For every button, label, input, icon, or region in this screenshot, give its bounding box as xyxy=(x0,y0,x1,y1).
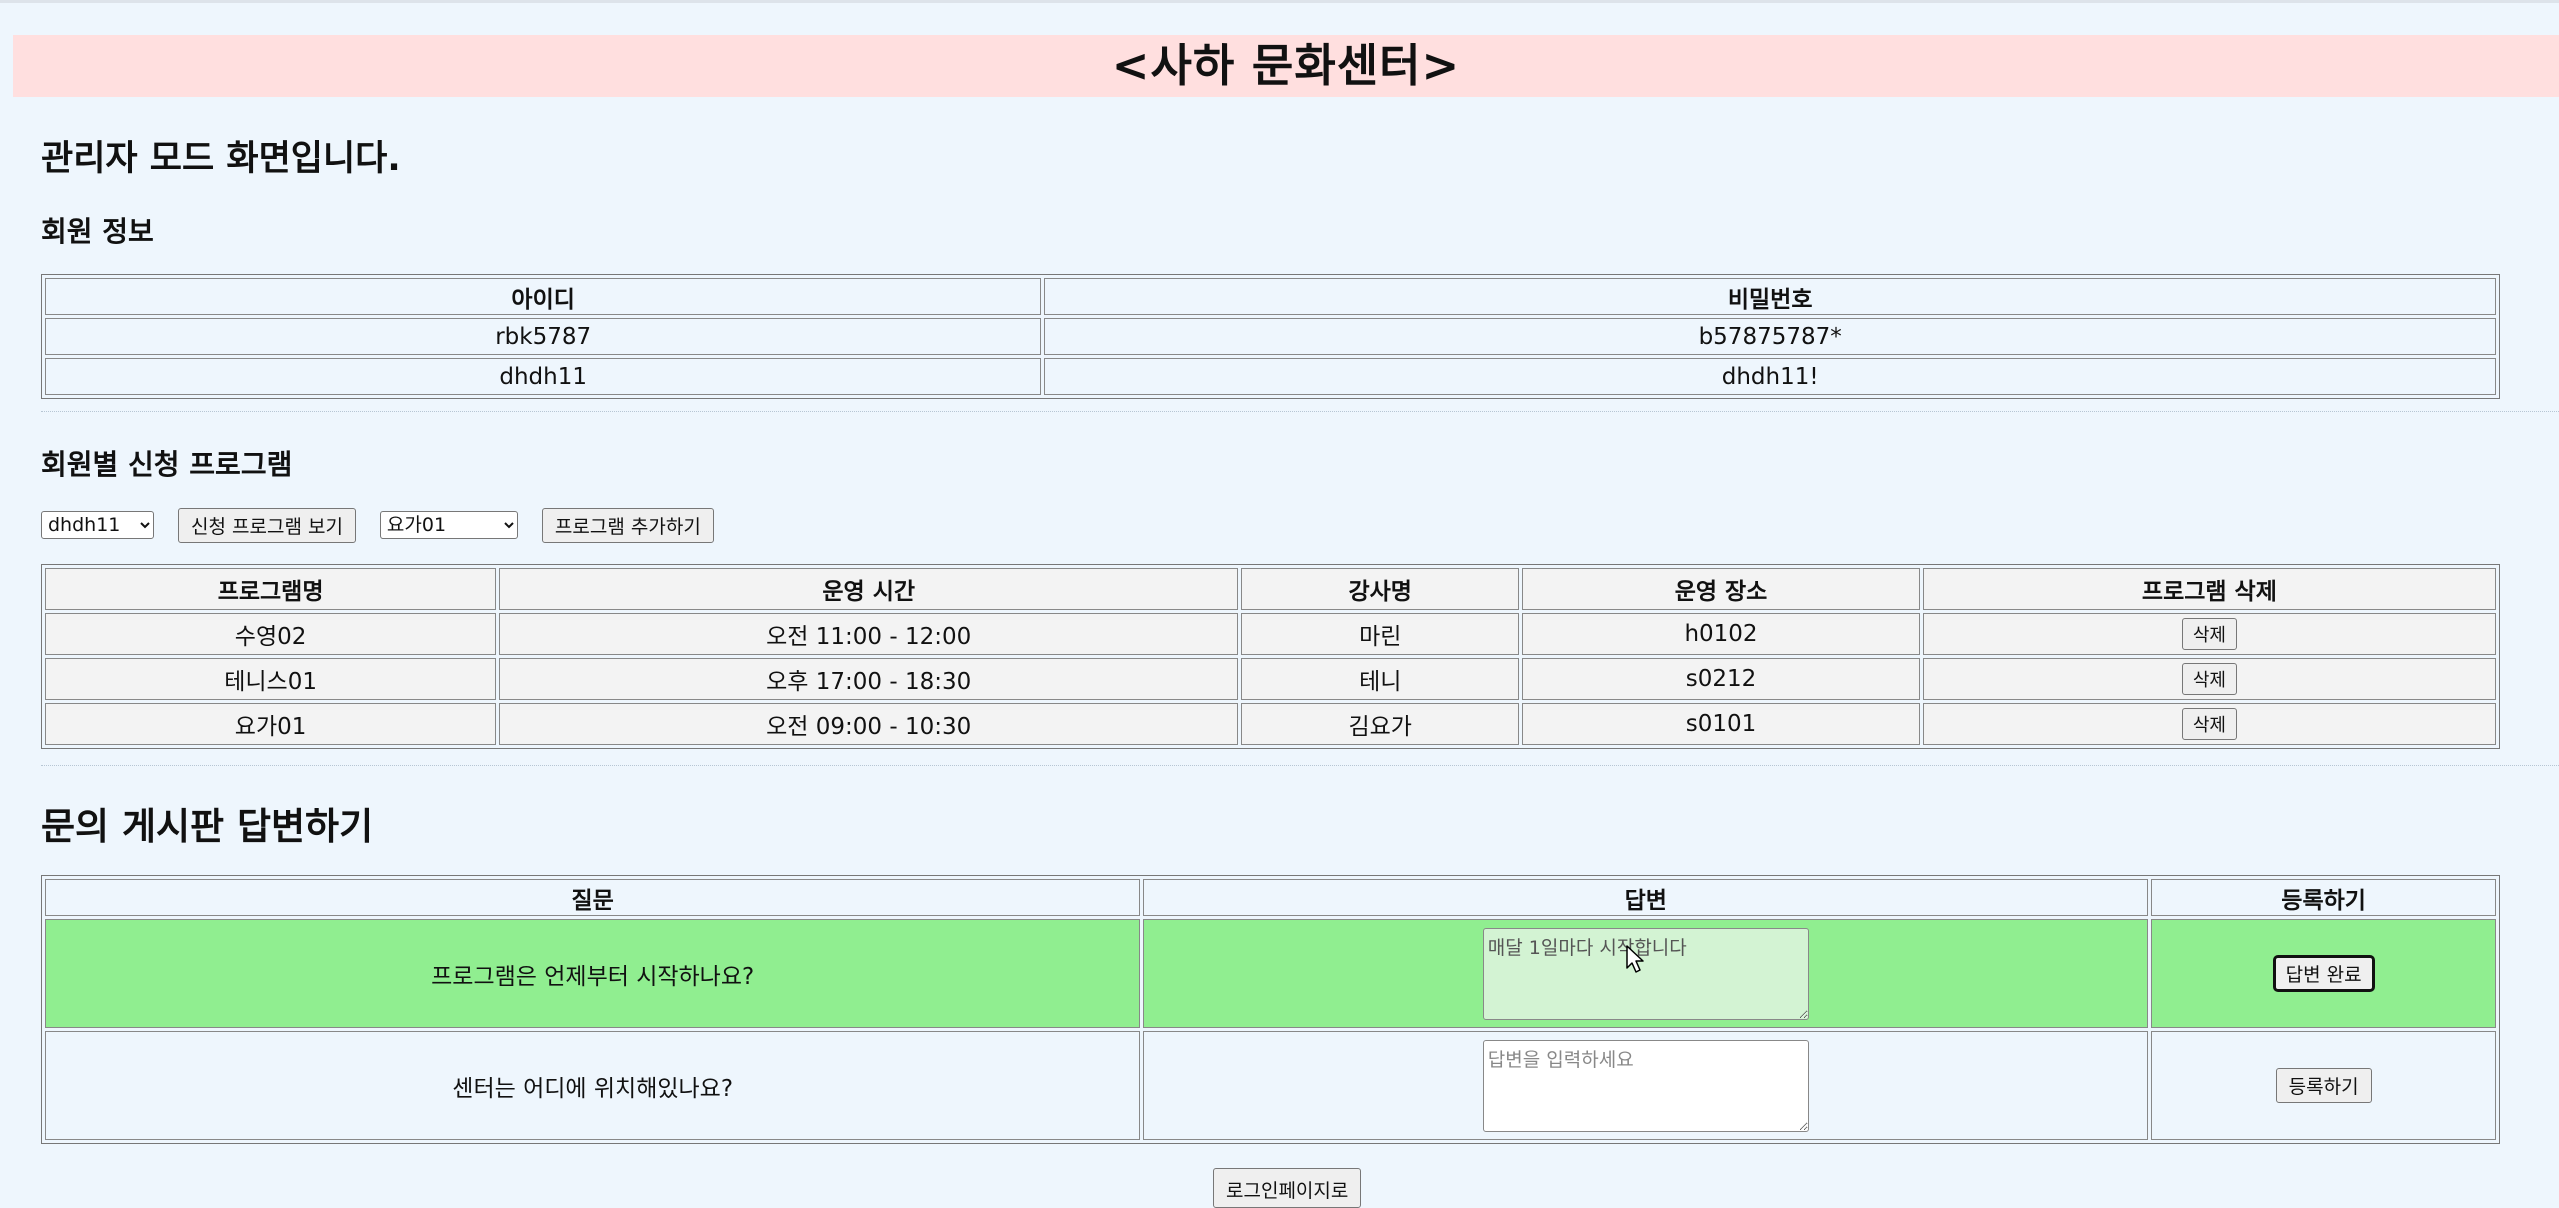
table-row: 테니스01 오후 17:00 - 18:30 테니 s0212 삭제 xyxy=(45,658,2496,700)
column-header-register: 등록하기 xyxy=(2151,879,2496,916)
table-row: 프로그램은 언제부터 시작하나요? 매달 1일마다 시작합니다 답변 완료 xyxy=(45,919,2496,1028)
top-border xyxy=(0,0,2559,3)
table-header-row: 질문 답변 등록하기 xyxy=(45,879,2496,916)
program-delete-cell: 삭제 xyxy=(1922,613,2496,655)
delete-program-button[interactable]: 삭제 xyxy=(2181,708,2237,740)
column-header-program-name: 프로그램명 xyxy=(45,568,497,610)
program-instructor-cell: 마린 xyxy=(1241,613,1520,655)
mouse-cursor-icon xyxy=(1626,945,1644,973)
member-password-cell: b57875787* xyxy=(1044,318,2496,355)
program-controls: dhdh11 신청 프로그램 보기 요가01 프로그램 추가하기 xyxy=(41,507,714,543)
section-divider xyxy=(41,765,2559,766)
member-select[interactable]: dhdh11 xyxy=(41,511,154,539)
delete-program-button[interactable]: 삭제 xyxy=(2181,663,2237,695)
program-select[interactable]: 요가01 xyxy=(379,511,518,539)
column-header-place: 운영 장소 xyxy=(1522,568,1920,610)
register-cell: 답변 완료 xyxy=(2151,919,2496,1028)
program-delete-cell: 삭제 xyxy=(1922,703,2496,745)
answer-textarea[interactable] xyxy=(1482,1039,1809,1132)
program-name-cell: 수영02 xyxy=(45,613,497,655)
program-delete-cell: 삭제 xyxy=(1922,658,2496,700)
member-id-cell: rbk5787 xyxy=(45,318,1042,355)
question-cell: 센터는 어디에 위치해있나요? xyxy=(45,1031,1141,1140)
member-table: 아이디 비밀번호 rbk5787 b57875787* dhdh11 dhdh1… xyxy=(41,274,2500,399)
column-header-instructor: 강사명 xyxy=(1241,568,1520,610)
program-name-cell: 요가01 xyxy=(45,703,497,745)
program-time-cell: 오후 17:00 - 18:30 xyxy=(499,658,1239,700)
program-time-cell: 오전 11:00 - 12:00 xyxy=(499,613,1239,655)
register-cell: 등록하기 xyxy=(2151,1031,2496,1140)
table-row: 수영02 오전 11:00 - 12:00 마린 h0102 삭제 xyxy=(45,613,2496,655)
register-answer-button[interactable]: 등록하기 xyxy=(2275,1068,2372,1103)
program-place-cell: s0212 xyxy=(1522,658,1920,700)
member-info-heading: 회원 정보 xyxy=(41,215,154,248)
table-header-row: 아이디 비밀번호 xyxy=(45,278,2496,315)
table-row: rbk5787 b57875787* xyxy=(45,318,2496,355)
column-header-delete: 프로그램 삭제 xyxy=(1922,568,2496,610)
qna-heading: 문의 게시판 답변하기 xyxy=(41,805,374,848)
delete-program-button[interactable]: 삭제 xyxy=(2181,618,2237,650)
column-header-question: 질문 xyxy=(45,879,1141,916)
add-program-button[interactable]: 프로그램 추가하기 xyxy=(541,507,714,543)
program-instructor-cell: 테니 xyxy=(1241,658,1520,700)
program-instructor-cell: 김요가 xyxy=(1241,703,1520,745)
column-header-answer: 답변 xyxy=(1143,879,2149,916)
page-banner: <사하 문화센터> xyxy=(13,35,2559,97)
section-divider xyxy=(41,411,2559,412)
program-name-cell: 테니스01 xyxy=(45,658,497,700)
table-row: dhdh11 dhdh11! xyxy=(45,358,2496,395)
program-time-cell: 오전 09:00 - 10:30 xyxy=(499,703,1239,745)
answer-cell xyxy=(1143,1031,2149,1140)
column-header-time: 운영 시간 xyxy=(499,568,1239,610)
go-to-login-button[interactable]: 로그인페이지로 xyxy=(1213,1168,1362,1208)
column-header-password: 비밀번호 xyxy=(1044,278,2496,315)
member-programs-heading: 회원별 신청 프로그램 xyxy=(41,448,293,481)
member-password-cell: dhdh11! xyxy=(1044,358,2496,395)
column-header-id: 아이디 xyxy=(45,278,1042,315)
program-place-cell: s0101 xyxy=(1522,703,1920,745)
view-programs-button[interactable]: 신청 프로그램 보기 xyxy=(178,507,356,543)
table-header-row: 프로그램명 운영 시간 강사명 운영 장소 프로그램 삭제 xyxy=(45,568,2496,610)
question-cell: 프로그램은 언제부터 시작하나요? xyxy=(45,919,1141,1028)
table-row: 센터는 어디에 위치해있나요? 등록하기 xyxy=(45,1031,2496,1140)
member-id-cell: dhdh11 xyxy=(45,358,1042,395)
qna-table: 질문 답변 등록하기 프로그램은 언제부터 시작하나요? 매달 1일마다 시작합… xyxy=(41,875,2500,1144)
admin-heading: 관리자 모드 화면입니다. xyxy=(41,139,401,179)
program-table: 프로그램명 운영 시간 강사명 운영 장소 프로그램 삭제 수영02 오전 11… xyxy=(41,564,2500,749)
program-place-cell: h0102 xyxy=(1522,613,1920,655)
table-row: 요가01 오전 09:00 - 10:30 김요가 s0101 삭제 xyxy=(45,703,2496,745)
answer-complete-button[interactable]: 답변 완료 xyxy=(2272,955,2375,992)
